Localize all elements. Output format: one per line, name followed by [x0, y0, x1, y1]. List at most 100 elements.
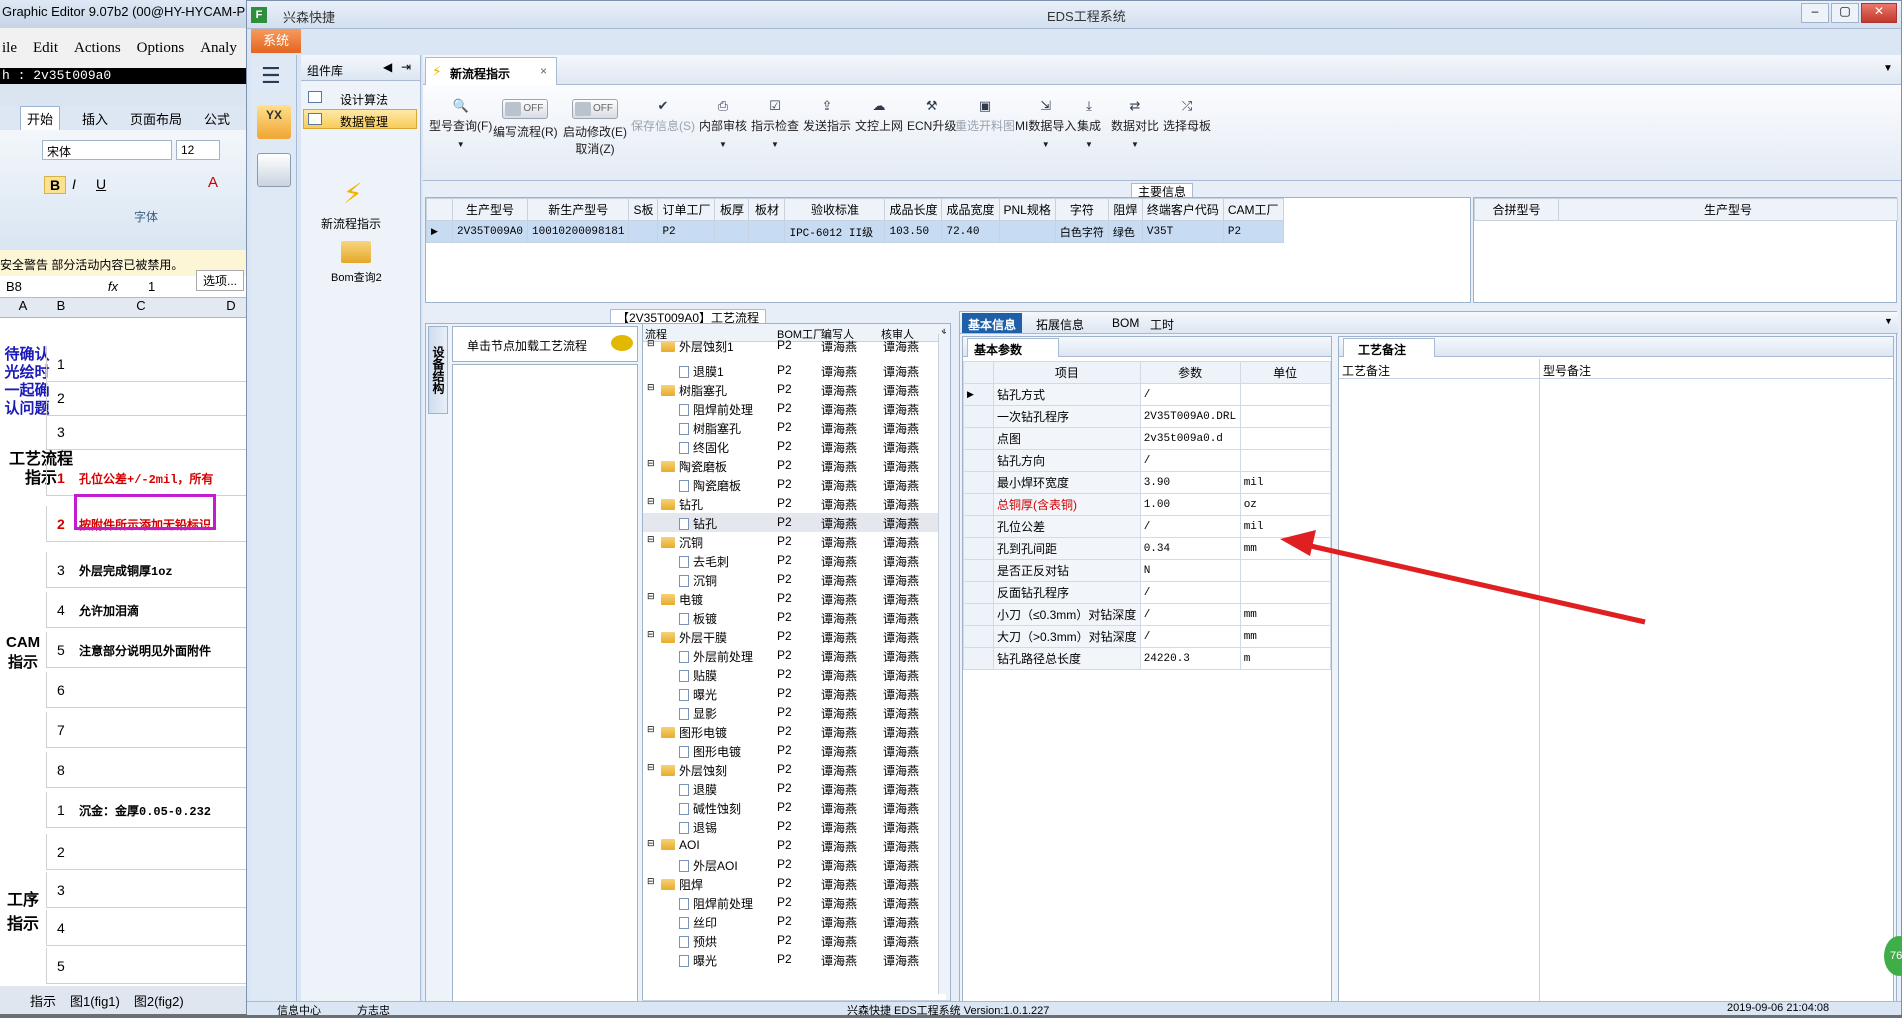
- collapse-icon[interactable]: ⊟: [647, 762, 655, 773]
- table-cell[interactable]: 72.40: [941, 220, 1000, 243]
- excel-row[interactable]: 4: [46, 910, 260, 946]
- tab-page-layout[interactable]: 页面布局: [130, 109, 182, 128]
- underline-button[interactable]: U: [96, 176, 106, 192]
- toolbar-button-4[interactable]: ⎙ 内部审核 ▼: [699, 99, 747, 150]
- bold-button[interactable]: B: [44, 176, 67, 194]
- tab-new-flow[interactable]: ⚡ 新流程指示 ×: [425, 57, 557, 85]
- collapse-icon[interactable]: ⊟: [647, 382, 655, 393]
- param-row[interactable]: 孔位公差 / mil: [963, 515, 1331, 538]
- excel-row[interactable]: 4 允许加泪滴: [46, 592, 260, 628]
- italic-button[interactable]: I: [72, 176, 76, 192]
- options-button[interactable]: 选项...: [196, 270, 245, 291]
- column-header[interactable]: 验收标准: [784, 198, 886, 221]
- tree-node[interactable]: 阻焊前处理P2谭海燕谭海燕已审核: [643, 399, 946, 418]
- param-value[interactable]: 1.00: [1139, 493, 1241, 516]
- toolbar-button-5[interactable]: ☑ 指示检查 ▼: [751, 99, 799, 150]
- toolbar-button-7[interactable]: ☁ 文控上网: [855, 99, 903, 134]
- col-b[interactable]: B: [46, 298, 76, 317]
- toolbar-button-13[interactable]: ⤮ 选择母板: [1163, 99, 1211, 134]
- column-header[interactable]: 成品宽度: [941, 198, 1000, 221]
- toggle-switch[interactable]: OFF: [502, 99, 549, 119]
- yx-module-icon[interactable]: YX: [257, 105, 291, 139]
- tree-node[interactable]: 板镀P2谭海燕谭海燕已审核: [643, 608, 946, 627]
- excel-row[interactable]: 3: [46, 872, 260, 908]
- sheet-grid[interactable]: 待确认 光绘时 一起确 认问题 工艺流程指示 CAM指示 工序指示 1 2 3 1 孔位…: [0, 346, 260, 986]
- col-a[interactable]: A: [0, 298, 46, 317]
- column-header[interactable]: PNL规格: [998, 198, 1056, 221]
- dropdown-arrow-icon[interactable]: ▼: [1015, 140, 1076, 149]
- tree-node[interactable]: 陶瓷磨板P2谭海燕谭海燕已审核: [643, 475, 946, 494]
- column-header[interactable]: 阻焊: [1107, 198, 1143, 221]
- collapse-icon[interactable]: ⊟: [647, 338, 655, 349]
- param-value[interactable]: /: [1139, 383, 1241, 406]
- table-cell[interactable]: [628, 220, 659, 243]
- toggle-switch[interactable]: OFF: [572, 99, 618, 119]
- tab-home[interactable]: 开始: [20, 105, 61, 131]
- tab-insert[interactable]: 插入: [82, 109, 108, 128]
- column-header[interactable]: 生产型号: [451, 198, 529, 221]
- excel-row[interactable]: 2: [46, 380, 260, 416]
- tree-node[interactable]: 外层前处理P2谭海燕谭海燕已审核: [643, 646, 946, 665]
- collapse-icon[interactable]: ⊟: [647, 591, 655, 602]
- calculator-icon[interactable]: [257, 153, 291, 187]
- dropdown-arrow-icon[interactable]: ▼: [699, 140, 747, 149]
- excel-row[interactable]: 2: [46, 834, 260, 870]
- toolbar-button-9[interactable]: ▣ 重选开料图: [955, 99, 1015, 134]
- tree-node[interactable]: 钻孔P2谭海燕谭海燕已审核: [643, 513, 946, 532]
- tree-node[interactable]: 退膜P2谭海燕谭海燕已审核: [643, 779, 946, 798]
- tree-node[interactable]: 终固化P2谭海燕谭海燕已审核: [643, 437, 946, 456]
- folder-icon[interactable]: [341, 241, 371, 263]
- detail-tab[interactable]: 基本信息: [962, 313, 1023, 333]
- menu-edit[interactable]: Edit: [33, 40, 58, 57]
- tree-node[interactable]: 曝光P2谭海燕谭海燕已审核: [643, 950, 946, 969]
- detail-tab[interactable]: 工时: [1144, 313, 1180, 333]
- maximize-button[interactable]: ▢: [1831, 3, 1859, 23]
- column-header[interactable]: S板: [628, 198, 659, 221]
- column-header[interactable]: 板厚: [714, 198, 750, 221]
- collapse-icon[interactable]: ⊟: [647, 534, 655, 545]
- toolbar-button-1[interactable]: OFF 编写流程(R): [493, 99, 558, 140]
- nav-item[interactable]: 设计算法: [303, 87, 417, 107]
- param-value[interactable]: N: [1139, 559, 1241, 582]
- tree-node[interactable]: 曝光P2谭海燕谭海燕已审核: [643, 684, 946, 703]
- table-cell[interactable]: 白色字符: [1054, 220, 1109, 243]
- toolbar-button-10[interactable]: ⇲ MI数据导入 ▼: [1015, 99, 1076, 150]
- param-column-header[interactable]: 项目: [993, 361, 1141, 384]
- toolbar-button-6[interactable]: ⇪ 发送指示: [803, 99, 851, 134]
- param-value[interactable]: /: [1139, 603, 1241, 626]
- param-value[interactable]: 24220.3: [1139, 647, 1241, 670]
- table-cell[interactable]: [748, 220, 786, 243]
- param-value[interactable]: /: [1139, 515, 1241, 538]
- dropdown-arrow-icon[interactable]: ▼: [429, 140, 492, 149]
- toolbar-button-12[interactable]: ⇄ 数据对比 ▼: [1111, 99, 1159, 150]
- menu-file[interactable]: ile: [2, 40, 17, 57]
- table-cell[interactable]: P2: [1222, 220, 1284, 243]
- column-header[interactable]: 新生产型号: [527, 198, 630, 221]
- font-color-icon[interactable]: A: [208, 174, 218, 191]
- excel-row[interactable]: 8: [46, 752, 260, 788]
- tree-node[interactable]: 显影P2谭海燕谭海燕已审核: [643, 703, 946, 722]
- dropdown-arrow-icon[interactable]: ▼: [1077, 140, 1101, 149]
- param-value[interactable]: 3.90: [1139, 471, 1241, 494]
- tree-node[interactable]: 去毛刺P2谭海燕谭海燕已审核: [643, 551, 946, 570]
- param-column-header[interactable]: 参数: [1139, 361, 1241, 384]
- tree-node[interactable]: 沉铜P2谭海燕谭海燕已审核: [643, 570, 946, 589]
- tree-node[interactable]: 预烘P2谭海燕谭海燕已审核: [643, 931, 946, 950]
- column-header[interactable]: 板材: [748, 198, 786, 221]
- table-cell[interactable]: 10010200098181: [527, 220, 630, 243]
- table-cell[interactable]: 2V35T009A0: [451, 220, 529, 243]
- table-cell[interactable]: [714, 220, 750, 243]
- tree-group[interactable]: ⊟外层干膜P2谭海燕谭海燕已审核: [643, 627, 946, 646]
- tree-node[interactable]: 阻焊前处理P2谭海燕谭海燕已审核: [643, 893, 946, 912]
- param-value[interactable]: 2v35t009a0.d: [1139, 427, 1241, 450]
- excel-row[interactable]: 3 外层完成铜厚1oz: [46, 552, 260, 588]
- param-row[interactable]: 反面钻孔程序 /: [963, 581, 1331, 604]
- param-row[interactable]: 一次钻孔程序 2V35T009A0.DRL: [963, 405, 1331, 428]
- tree-node[interactable]: 退膜1P2谭海燕谭海燕已审核: [643, 361, 946, 380]
- collapse-icon[interactable]: ⊟: [647, 629, 655, 640]
- system-tab[interactable]: 系统: [251, 29, 301, 53]
- new-flow-item[interactable]: 新流程指示: [321, 215, 381, 232]
- tree-group[interactable]: ⊟AOIP2谭海燕谭海燕已审核: [643, 836, 946, 855]
- table-cell[interactable]: 绿色: [1107, 220, 1143, 243]
- param-row[interactable]: ▶ 钻孔方式 /: [963, 383, 1331, 406]
